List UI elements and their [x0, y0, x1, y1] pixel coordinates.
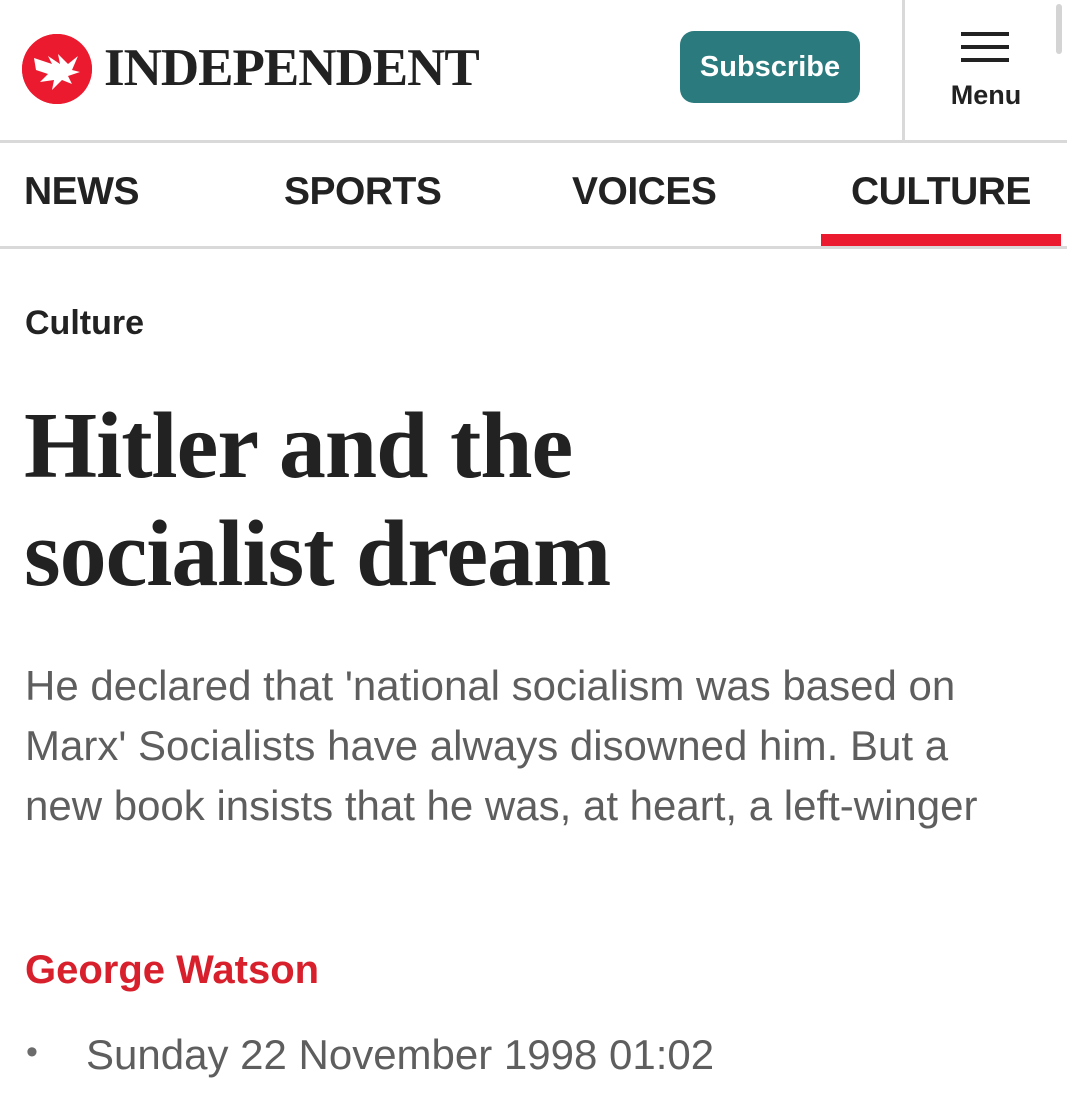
hamburger-icon [961, 32, 1009, 64]
bullet-icon: • [26, 1033, 38, 1071]
tab-culture[interactable]: CULTURE [851, 170, 1031, 214]
scrollbar[interactable] [1056, 4, 1062, 54]
publish-date: Sunday 22 November 1998 01:02 [86, 1031, 715, 1078]
eagle-logo-icon[interactable] [22, 34, 92, 104]
tab-news[interactable]: NEWS [24, 170, 140, 214]
author-link[interactable]: George Watson [25, 948, 319, 993]
article-headline: Hitler and the socialist dream [24, 392, 1034, 608]
site-header: INDEPENDENT Subscribe Menu [0, 0, 1067, 143]
article-standfirst: He declared that 'national socialism was… [25, 662, 978, 829]
tab-voices[interactable]: VOICES [572, 170, 717, 214]
subscribe-button[interactable]: Subscribe [680, 31, 860, 103]
menu-label: Menu [950, 80, 1022, 110]
menu-button[interactable]: Menu [935, 28, 1037, 118]
tab-sports[interactable]: SPORTS [284, 170, 442, 214]
article-section-link[interactable]: Culture [25, 304, 144, 343]
headline-line-2: socialist dream [24, 502, 611, 606]
active-tab-indicator [821, 234, 1061, 246]
headline-line-1: Hitler and the [24, 394, 573, 498]
site-wordmark[interactable]: INDEPENDENT [104, 40, 480, 96]
header-divider [902, 0, 905, 143]
